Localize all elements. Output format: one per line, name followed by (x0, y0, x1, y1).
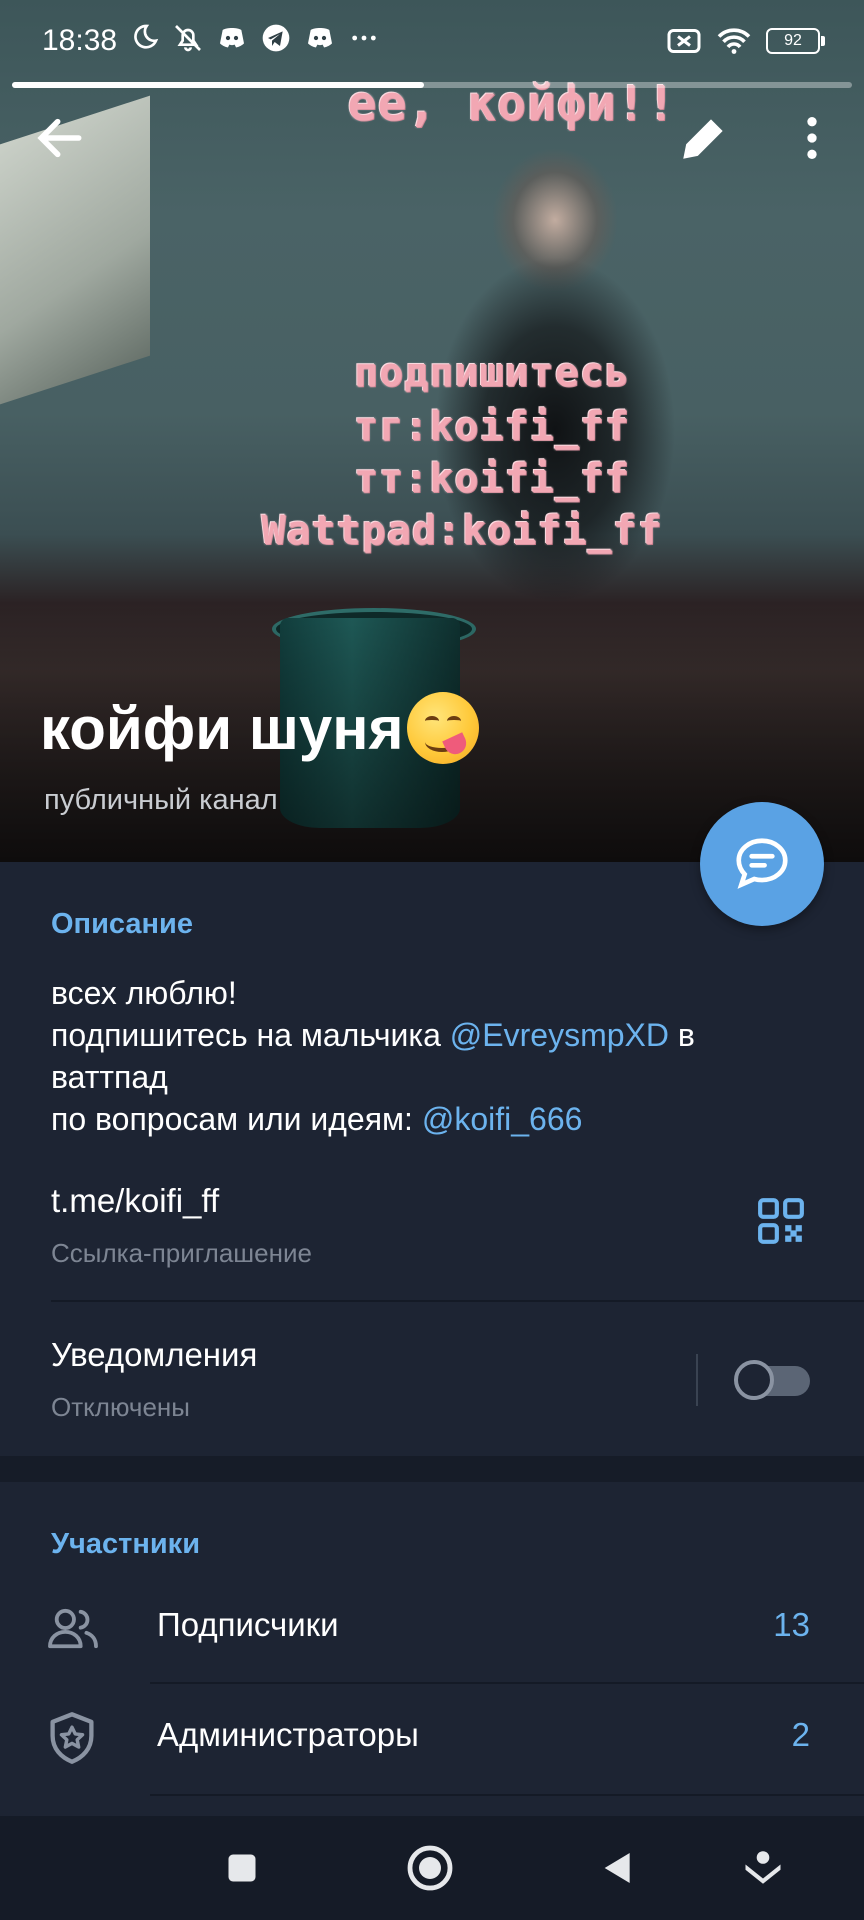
story-progress-fill (12, 82, 424, 88)
subscribers-count: 13 (773, 1606, 810, 1643)
discord-icon (308, 28, 332, 48)
mention-link-koifi-666[interactable]: @koifi_666 (422, 1101, 583, 1137)
status-bar: 18:38 92 (0, 0, 864, 88)
mention-link-evreysmpxd[interactable]: @EvreysmpXD (450, 1017, 669, 1053)
overlay-text-line2: подпишитесь (354, 350, 630, 396)
members-header: Участники (51, 1528, 201, 1560)
story-progress-bar (12, 82, 852, 88)
qr-code-icon[interactable] (756, 1196, 806, 1246)
recent-apps-icon[interactable] (224, 1850, 260, 1886)
overlay-text-line5: Wattpad:koifi_ff (261, 508, 663, 554)
discussion-fab-button[interactable] (700, 802, 824, 926)
channel-title: койфи шуня (40, 692, 480, 764)
notifications-toggle-knob[interactable] (734, 1360, 774, 1400)
back-triangle-icon[interactable] (598, 1848, 638, 1888)
description-line1: всех люблю! (51, 975, 237, 1011)
assistant-down-icon[interactable] (742, 1846, 784, 1890)
description-line3: по вопросам или идеям: @koifi_666 (51, 1098, 811, 1140)
description-header: Описание (51, 908, 193, 940)
chat-bubble-icon (736, 838, 788, 889)
back-arrow-icon[interactable] (32, 110, 88, 166)
bell-off-icon (175, 25, 201, 52)
wifi-icon (717, 28, 751, 54)
divider (150, 1794, 864, 1796)
divider (150, 1682, 864, 1684)
channel-type-label: публичный канал (44, 784, 278, 816)
invite-link-label: Ссылка-приглашение (51, 1238, 312, 1268)
admins-count: 2 (791, 1716, 810, 1753)
status-time: 18:38 (42, 24, 118, 57)
vertical-separator (696, 1354, 698, 1406)
system-navigation-bar (0, 1816, 864, 1920)
description-line3-prefix: по вопросам или идеям: (51, 1101, 422, 1137)
description-line2: подпишитесь на мальчика @EvreysmpXD в ва… (51, 1014, 811, 1098)
overlay-text-line3: тг:koifi_ff (354, 404, 630, 450)
home-icon[interactable] (406, 1844, 454, 1892)
notifications-title[interactable]: Уведомления (51, 1336, 257, 1374)
members-row-label: Подписчики (157, 1606, 339, 1643)
more-dots-icon (352, 35, 376, 41)
members-row-admins[interactable]: Администраторы 2 (0, 1686, 864, 1796)
more-vertical-icon[interactable] (784, 110, 840, 166)
face-savoring-food-emoji (407, 692, 480, 764)
divider (51, 1300, 864, 1302)
moon-icon (134, 24, 159, 49)
notifications-state: Отключены (51, 1392, 190, 1422)
discord-icon (220, 28, 244, 48)
channel-name: койфи шуня (40, 694, 404, 762)
sim-off-icon (667, 29, 701, 53)
section-gap (0, 1456, 864, 1482)
people-icon (48, 1608, 98, 1649)
members-row-label: Администраторы (157, 1716, 419, 1753)
shield-star-icon (50, 1712, 94, 1764)
members-row-subscribers[interactable]: Подписчики 13 (0, 1576, 864, 1686)
invite-link-url[interactable]: t.me/koifi_ff (51, 1182, 219, 1220)
description-line2-prefix: подпишитесь на мальчика (51, 1017, 450, 1053)
description-text: всех люблю! подпишитесь на мальчика @Evr… (51, 972, 811, 1140)
telegram-icon (262, 24, 290, 52)
edit-pencil-icon[interactable] (676, 110, 732, 166)
battery-icon: 92 (766, 28, 825, 54)
overlay-text-line4: тт:koifi_ff (354, 456, 630, 502)
